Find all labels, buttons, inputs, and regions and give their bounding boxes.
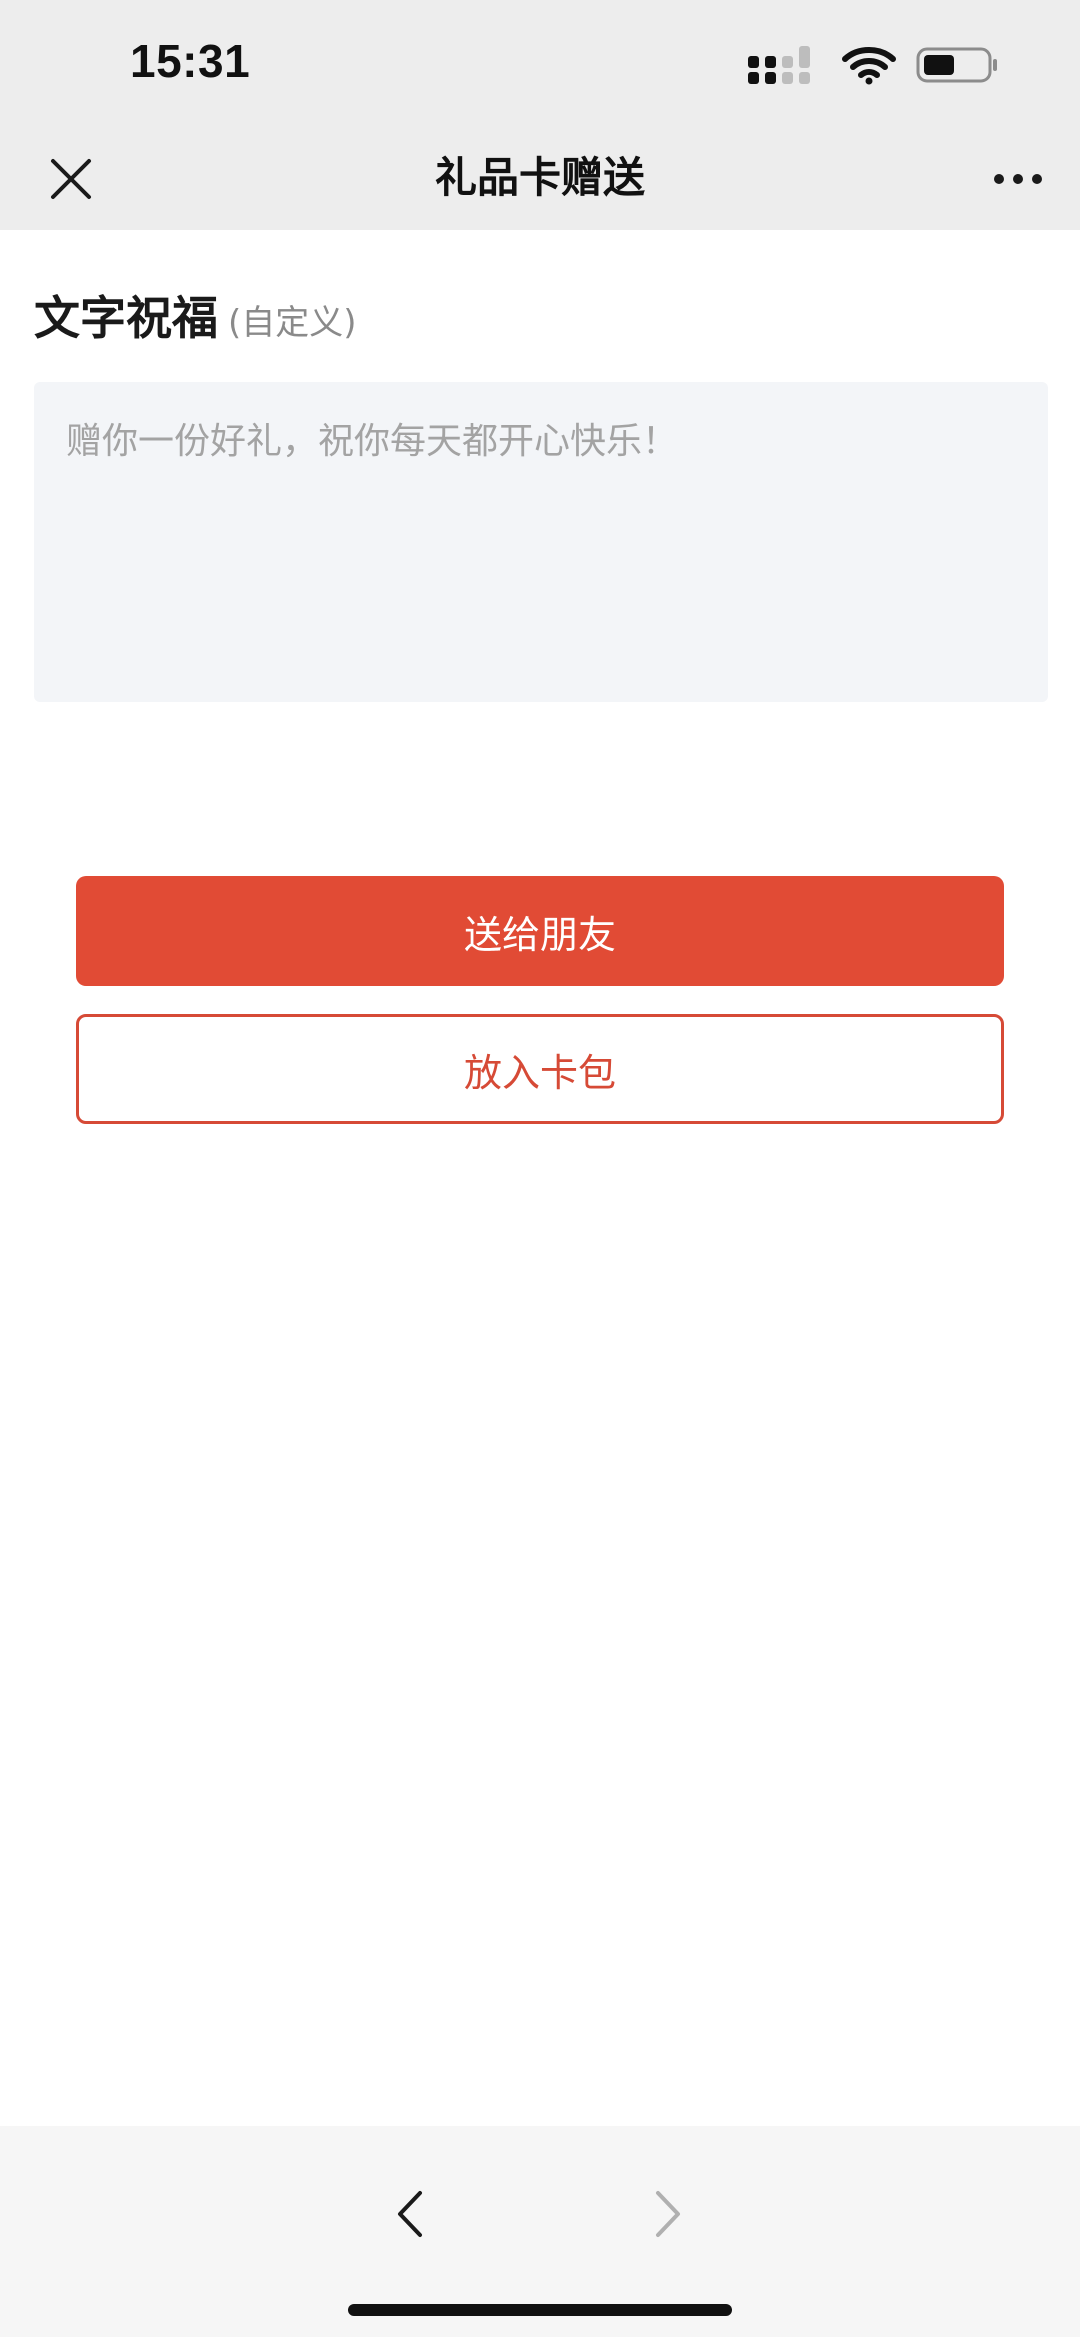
status-time: 15:31 — [130, 35, 251, 87]
page-title: 礼品卡赠送 — [434, 153, 645, 202]
add-to-card-wallet-button[interactable]: 放入卡包 — [76, 1014, 1004, 1124]
blessing-section-title: 文字祝福 (自定义) — [34, 282, 357, 348]
blessing-textarea[interactable] — [66, 416, 1016, 668]
blessing-subtitle: (自定义) — [228, 303, 357, 343]
chevron-right-icon — [656, 2191, 680, 2237]
blessing-title: 文字祝福 — [34, 291, 218, 345]
status-icons — [746, 40, 1000, 90]
blessing-input-container — [34, 382, 1048, 702]
chevron-left-icon — [398, 2191, 422, 2237]
home-indicator — [348, 2304, 732, 2316]
more-button[interactable] — [982, 148, 1054, 210]
send-to-friend-button[interactable]: 送给朋友 — [76, 876, 1004, 986]
bottom-toolbar — [0, 2126, 1080, 2337]
battery-icon — [916, 47, 997, 83]
status-bar: 15:31 — [0, 0, 1080, 128]
wifi-icon — [842, 47, 896, 85]
more-icon — [994, 174, 1042, 184]
signal-icon — [748, 46, 810, 84]
forward-button[interactable] — [638, 2182, 698, 2246]
back-button[interactable] — [380, 2182, 440, 2246]
navigation-bar: 礼品卡赠送 — [0, 128, 1080, 230]
